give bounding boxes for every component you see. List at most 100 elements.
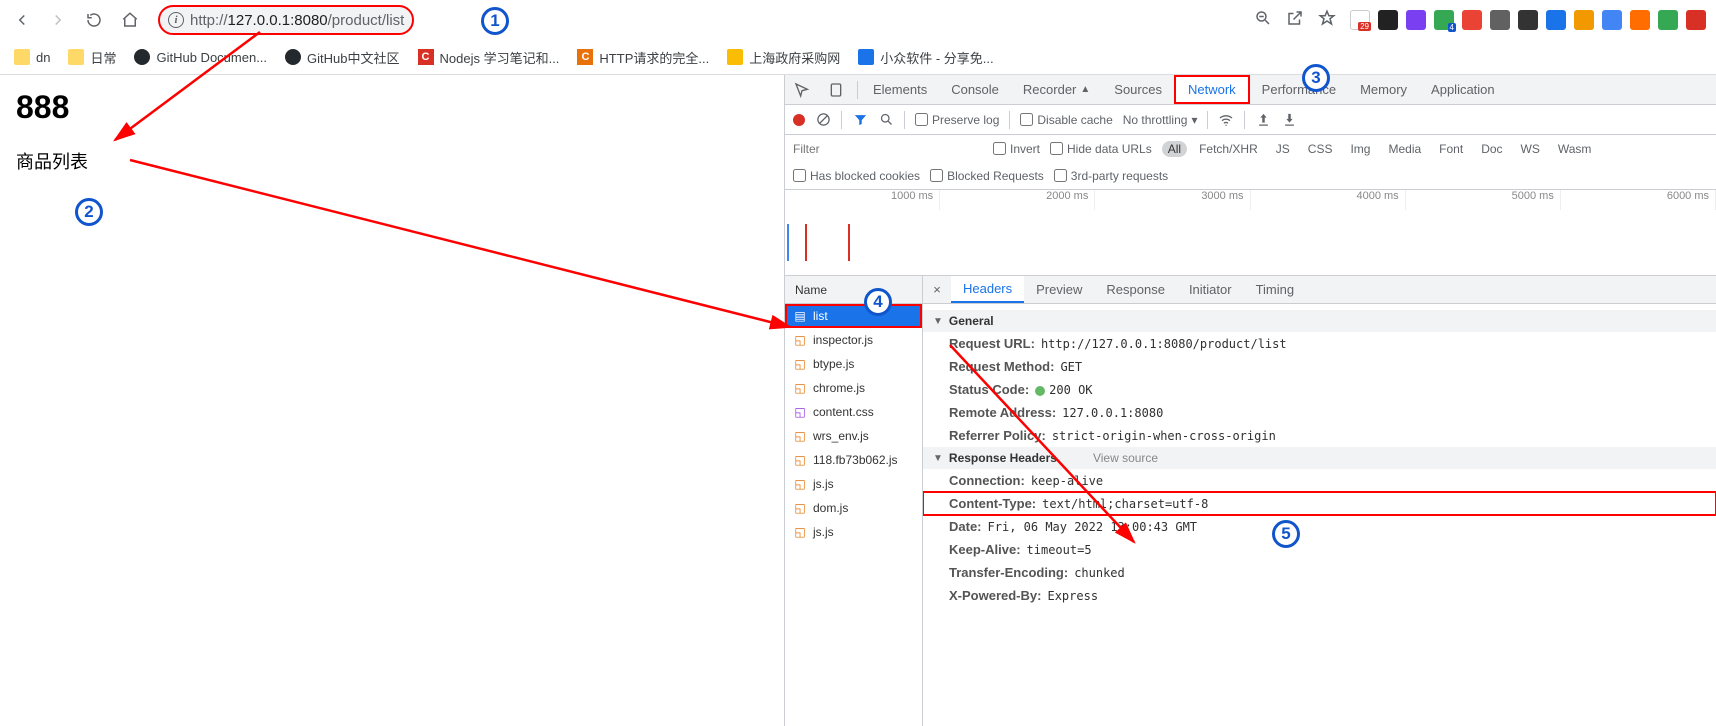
- search-icon[interactable]: [878, 112, 894, 128]
- devtools-tab-application[interactable]: Application: [1419, 75, 1507, 104]
- extension-icon[interactable]: [1406, 10, 1426, 30]
- page-content: 888 商品列表: [0, 75, 784, 726]
- timeline-tick: 1000 ms: [785, 190, 940, 210]
- clear-icon[interactable]: [815, 112, 831, 128]
- filter-type-media[interactable]: Media: [1382, 141, 1427, 157]
- detail-tab-headers[interactable]: Headers: [951, 276, 1024, 303]
- bookmark-item[interactable]: CHTTP请求的完全...: [577, 48, 709, 67]
- invert-checkbox[interactable]: Invert: [993, 142, 1040, 156]
- filter-type-js[interactable]: JS: [1270, 141, 1296, 157]
- wifi-icon[interactable]: [1218, 112, 1234, 128]
- forward-button[interactable]: [46, 8, 70, 32]
- request-row[interactable]: ◱chrome.js: [785, 376, 922, 400]
- name-column-header[interactable]: Name: [785, 276, 922, 304]
- upload-icon[interactable]: [1255, 112, 1271, 128]
- extension-icon[interactable]: [1378, 10, 1398, 30]
- address-bar[interactable]: i http://127.0.0.1:8080/product/list: [158, 5, 414, 35]
- detail-tab-timing[interactable]: Timing: [1244, 276, 1307, 303]
- filter-type-all[interactable]: All: [1162, 141, 1187, 157]
- filter-icon[interactable]: [852, 112, 868, 128]
- request-row[interactable]: ◱js.js: [785, 472, 922, 496]
- request-row[interactable]: ▤list: [785, 304, 922, 328]
- timeline-tick: 3000 ms: [1095, 190, 1250, 210]
- hide-data-urls-checkbox[interactable]: Hide data URLs: [1050, 142, 1152, 156]
- disable-cache-checkbox[interactable]: Disable cache: [1020, 113, 1112, 127]
- filter-input[interactable]: [793, 142, 983, 156]
- filter-type-font[interactable]: Font: [1433, 141, 1469, 157]
- throttling-dropdown[interactable]: No throttling ▾: [1123, 113, 1198, 127]
- bookmark-item[interactable]: dn: [14, 49, 50, 65]
- js-file-icon: ◱: [793, 333, 807, 347]
- share-icon[interactable]: [1286, 9, 1304, 32]
- response-headers-section[interactable]: ▼Response HeadersView source: [923, 447, 1716, 469]
- bookmark-item[interactable]: CNodejs 学习笔记和...: [418, 48, 560, 67]
- network-body: Name ▤list◱inspector.js◱btype.js◱chrome.…: [785, 276, 1716, 726]
- devtools-tab-network[interactable]: Network: [1174, 75, 1250, 104]
- reload-button[interactable]: [82, 8, 106, 32]
- extension-icon[interactable]: [1518, 10, 1538, 30]
- bookmark-item[interactable]: 日常: [68, 48, 116, 67]
- devtools-tab-recorder[interactable]: Recorder ▲: [1011, 75, 1102, 104]
- extension-icon[interactable]: [1658, 10, 1678, 30]
- devtools-tab-elements[interactable]: Elements: [861, 75, 939, 104]
- bookmark-item[interactable]: GitHub中文社区: [285, 48, 399, 67]
- filter-type-wasm[interactable]: Wasm: [1552, 141, 1598, 157]
- detail-tab-initiator[interactable]: Initiator: [1177, 276, 1244, 303]
- preserve-log-checkbox[interactable]: Preserve log: [915, 113, 999, 127]
- extension-icon[interactable]: [1686, 10, 1706, 30]
- bookmark-item[interactable]: 上海政府采购网: [727, 48, 840, 67]
- request-list: Name ▤list◱inspector.js◱btype.js◱chrome.…: [785, 276, 923, 726]
- extension-icon[interactable]: [1490, 10, 1510, 30]
- devtools-tab-console[interactable]: Console: [939, 75, 1011, 104]
- blocked-requests-checkbox[interactable]: Blocked Requests: [930, 169, 1044, 183]
- filter-type-css[interactable]: CSS: [1302, 141, 1339, 157]
- extension-icon[interactable]: [1574, 10, 1594, 30]
- filter-type-ws[interactable]: WS: [1515, 141, 1546, 157]
- js-file-icon: ◱: [793, 525, 807, 539]
- request-row[interactable]: ◱btype.js: [785, 352, 922, 376]
- detail-tab-preview[interactable]: Preview: [1024, 276, 1094, 303]
- filter-type-fetch-xhr[interactable]: Fetch/XHR: [1193, 141, 1264, 157]
- download-icon[interactable]: [1281, 112, 1297, 128]
- header-row: Referrer Policy:strict-origin-when-cross…: [923, 424, 1716, 447]
- blocked-cookies-checkbox[interactable]: Has blocked cookies: [793, 169, 920, 183]
- devtools-tab-sources[interactable]: Sources: [1102, 75, 1174, 104]
- devtools-tab-memory[interactable]: Memory: [1348, 75, 1419, 104]
- request-row[interactable]: ◱content.css: [785, 400, 922, 424]
- network-timeline[interactable]: 1000 ms2000 ms3000 ms4000 ms5000 ms6000 …: [785, 190, 1716, 276]
- back-button[interactable]: [10, 8, 34, 32]
- inspect-icon[interactable]: [785, 75, 819, 104]
- extension-icon[interactable]: 4: [1434, 10, 1454, 30]
- filter-type-img[interactable]: Img: [1344, 141, 1376, 157]
- request-row[interactable]: ◱118.fb73b062.js: [785, 448, 922, 472]
- extension-icon[interactable]: [1602, 10, 1622, 30]
- extension-icon[interactable]: [1462, 10, 1482, 30]
- bookmark-item[interactable]: 小众软件 - 分享免...: [858, 48, 993, 67]
- general-section[interactable]: ▼General: [923, 310, 1716, 332]
- js-file-icon: ◱: [793, 453, 807, 467]
- network-toolbar: Preserve log Disable cache No throttling…: [785, 105, 1716, 135]
- site-info-icon[interactable]: i: [168, 12, 184, 28]
- detail-tab-response[interactable]: Response: [1094, 276, 1177, 303]
- record-button[interactable]: [793, 114, 805, 126]
- close-detail-button[interactable]: ×: [923, 276, 951, 303]
- request-row[interactable]: ◱inspector.js: [785, 328, 922, 352]
- devtools-tab-performance[interactable]: Performance: [1250, 75, 1348, 104]
- js-file-icon: ◱: [793, 477, 807, 491]
- request-row[interactable]: ◱wrs_env.js: [785, 424, 922, 448]
- filter-type-doc[interactable]: Doc: [1475, 141, 1508, 157]
- extension-icon[interactable]: 29: [1350, 10, 1370, 30]
- extension-icon[interactable]: [1546, 10, 1566, 30]
- annotation-badge-2: 2: [75, 198, 103, 226]
- bookmark-item[interactable]: GitHub Documen...: [134, 49, 267, 65]
- extension-icon[interactable]: [1630, 10, 1650, 30]
- star-icon[interactable]: [1318, 9, 1336, 32]
- view-source-link[interactable]: View source: [1093, 451, 1158, 465]
- home-button[interactable]: [118, 8, 142, 32]
- third-party-checkbox[interactable]: 3rd-party requests: [1054, 169, 1168, 183]
- request-row[interactable]: ◱js.js: [785, 520, 922, 544]
- header-row: Connection:keep-alive: [923, 469, 1716, 492]
- request-row[interactable]: ◱dom.js: [785, 496, 922, 520]
- device-icon[interactable]: [819, 75, 853, 104]
- zoom-icon[interactable]: [1254, 9, 1272, 32]
